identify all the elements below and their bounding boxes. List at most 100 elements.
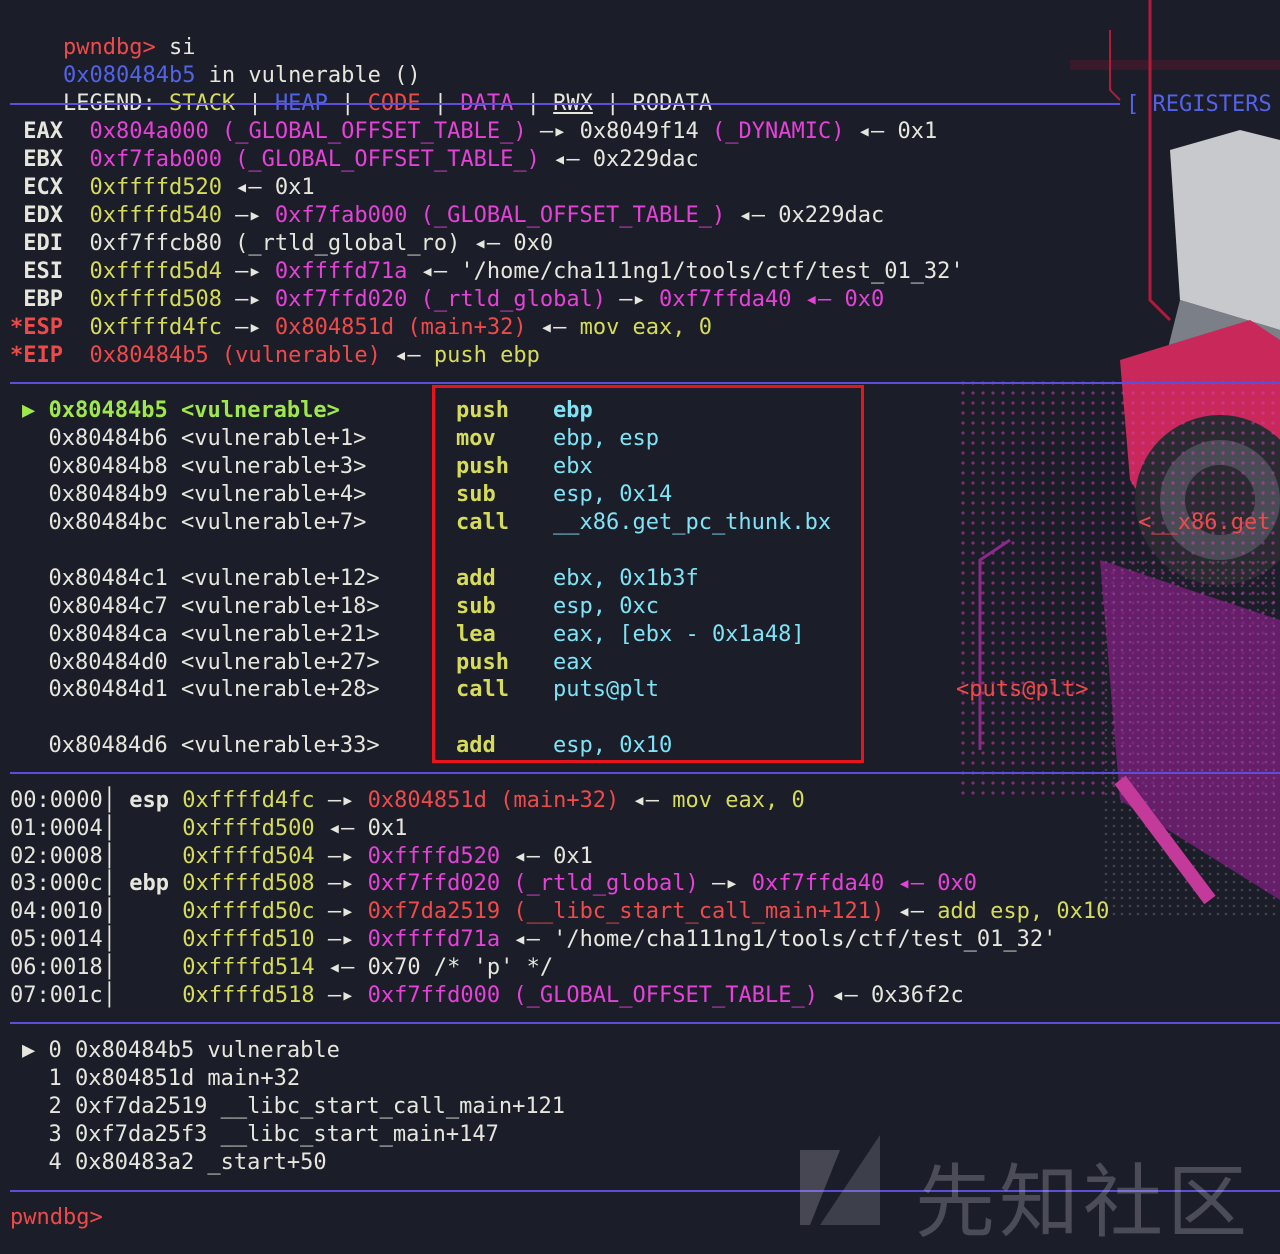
legend: LEGEND: STACK | HEAP | CODE | DATA | RWX…: [62, 91, 713, 116]
disasm-side-thunk: <__x86.get: [1138, 510, 1271, 535]
disasm-row[interactable]: 0x80484b9 <vulnerable+4>: [22, 481, 367, 509]
disasm-symbol: <vulnerable+3>: [180, 454, 367, 479]
disasm-row[interactable]: 0x80484c7 <vulnerable+18>: [22, 593, 380, 621]
terminal-window[interactable]: pwndbg> si 0x080484b5 in vulnerable () L…: [0, 0, 1280, 1250]
stack-a3: ◂—: [500, 843, 554, 869]
register-value: 0xf7ffda40 ◂— 0x0: [659, 287, 885, 312]
stack-addr: 0xffffd50c: [182, 899, 315, 925]
register-row: EDX 0xffffd540 —▸ 0xf7fab000 (_GLOBAL_OF…: [10, 202, 884, 230]
register-value: ◂— '/home/cha111ng1/tools/ctf/test_01_32…: [407, 259, 964, 284]
stack-off: 00:0000│: [10, 788, 116, 813]
disasm-row[interactable]: 0x80484c1 <vulnerable+12>: [22, 565, 380, 593]
stack-off: 04:0010│: [10, 899, 116, 925]
disasm-symbol: <vulnerable+28>: [180, 677, 380, 702]
backtrace-frame[interactable]: 1 0x804851d main+32: [22, 1065, 300, 1093]
disasm-symbol: <vulnerable+18>: [180, 594, 380, 619]
stack-row: 07:001c│ 0xffffd518 —▸ 0xf7ffd000 (_GLOB…: [10, 982, 964, 1010]
backtrace-frame[interactable]: 2 0xf7da2519 __libc_start_call_main+121: [22, 1093, 565, 1121]
disasm-row[interactable]: 0x80484d1 <vulnerable+28>: [22, 676, 380, 704]
register-value: —▸: [221, 315, 275, 340]
disasm-marker: [22, 482, 49, 507]
register-value: 0x804851d (main+32): [274, 315, 527, 340]
stack-row: 02:0008│ 0xffffd504 —▸ 0xffffd520 ◂— 0x1: [10, 843, 593, 871]
disasm-row[interactable]: 0x80484b6 <vulnerable+1>: [22, 425, 367, 453]
disasm-addr: 0x80484bc: [48, 510, 168, 535]
stack-a1: ◂—: [314, 815, 368, 841]
highlight-box: [432, 385, 864, 763]
disasm-addr: 0x80484c7: [48, 594, 168, 619]
stack-off: 07:001c│: [10, 982, 116, 1008]
backtrace-frame[interactable]: 4 0x80483a2 _start+50: [22, 1149, 326, 1177]
disasm-side-puts: <puts@plt>: [956, 677, 1089, 702]
register-name: EBP: [10, 287, 63, 312]
register-value: 0xffffd71a: [274, 259, 408, 284]
stack-off: 01:0004│: [10, 815, 116, 841]
backtrace-frame[interactable]: 3 0xf7da25f3 __libc_start_main+147: [22, 1121, 498, 1149]
disasm-symbol: <vulnerable+27>: [180, 650, 380, 675]
disasm-addr: 0x80484d1: [48, 677, 168, 702]
backtrace-frame[interactable]: ▶ 0 0x80484b5 vulnerable: [22, 1037, 340, 1065]
register-value: —▸: [221, 287, 275, 312]
stack-a3: ◂—: [817, 982, 871, 1008]
disasm-symbol: <vulnerable+1>: [180, 426, 367, 451]
stack-a1: —▸: [314, 982, 368, 1008]
register-value: (_GLOBAL_OFFSET_TABLE_): [208, 119, 527, 144]
stack-row: 00:0000│ esp 0xffffd4fc —▸ 0x804851d (ma…: [10, 787, 805, 815]
disasm-symbol: <vulnerable+33>: [180, 733, 380, 758]
disasm-row[interactable]: 0x80484d6 <vulnerable+33>: [22, 732, 380, 760]
register-value: —▸ 0x8049f14: [526, 119, 699, 144]
disasm-addr: 0x80484c1: [48, 566, 168, 591]
register-name: ECX: [10, 175, 63, 200]
register-value: 0x80484b5 (vulnerable): [89, 343, 381, 368]
register-value: —▸: [221, 203, 275, 228]
register-value: 0xffffd540: [89, 203, 222, 228]
stack-a2: 0x1: [367, 815, 408, 841]
stack-a2: 0xffffd71a: [367, 927, 501, 952]
stack-a3: ◂—: [500, 927, 554, 952]
register-value: ◂— 0x229dac: [539, 147, 699, 172]
separator-stack: [10, 772, 1280, 774]
register-name: *ESP: [10, 315, 63, 340]
stack-a4: add esp, 0x10: [937, 899, 1110, 925]
disasm-marker: [22, 677, 49, 702]
stack-a2: 0xf7ffd000 (_GLOBAL_OFFSET_TABLE_): [367, 982, 818, 1008]
disasm-symbol: <vulnerable+21>: [180, 622, 380, 647]
register-row: EBP 0xffffd508 —▸ 0xf7ffd020 (_rtld_glob…: [10, 286, 884, 314]
stack-a3: —▸: [698, 871, 752, 897]
stack-off: 02:0008│: [10, 843, 116, 869]
stack-addr: 0xffffd514: [182, 954, 315, 980]
stack-row: 01:0004│ 0xffffd500 ◂— 0x1: [10, 815, 407, 843]
disasm-symbol: <vulnerable+12>: [180, 566, 380, 591]
disasm-row[interactable]: 0x80484b8 <vulnerable+3>: [22, 453, 367, 481]
disasm-row[interactable]: ▶ 0x80484b5 <vulnerable>: [22, 397, 340, 425]
footer-prompt[interactable]: pwndbg>: [10, 1204, 103, 1232]
stack-addr: 0xffffd518: [182, 982, 315, 1008]
disasm-row[interactable]: 0x80484d0 <vulnerable+27>: [22, 649, 380, 677]
disasm-marker: [22, 594, 49, 619]
stack-row: 05:0014│ 0xffffd510 —▸ 0xffffd71a ◂— '/h…: [10, 926, 1056, 954]
stack-a2: 0x804851d (main+32): [367, 788, 620, 813]
stack-reg: ebp: [115, 871, 183, 897]
register-name: EBX: [10, 147, 63, 172]
stack-row: 06:0018│ 0xffffd514 ◂— 0x70 /* 'p' */: [10, 954, 553, 982]
register-name: ESI: [10, 259, 63, 284]
disasm-marker: [22, 622, 49, 647]
register-value: ◂— 0x1: [844, 119, 938, 144]
register-value: ◂—: [526, 315, 580, 340]
disasm-row[interactable]: 0x80484bc <vulnerable+7>: [22, 509, 367, 537]
register-value: 0xf7fab000: [89, 147, 222, 172]
register-value: 0xf7ffcb80 (_rtld_global_ro): [89, 231, 461, 256]
disasm-addr: 0x80484b5: [48, 398, 168, 423]
disasm-addr: 0x80484ca: [48, 622, 168, 647]
register-name: EAX: [10, 119, 63, 144]
disasm-addr: 0x80484b8: [48, 454, 168, 479]
disasm-row[interactable]: 0x80484ca <vulnerable+21>: [22, 621, 380, 649]
stack-a1: ◂—: [314, 954, 368, 980]
register-value: —▸: [606, 287, 660, 312]
register-value: 0xf7fab000: [274, 203, 408, 228]
register-value: mov eax, 0: [579, 315, 713, 340]
disasm-addr: 0x80484d0: [48, 650, 168, 675]
stack-off: 03:000c│: [10, 871, 116, 897]
disasm-marker: ▶: [22, 398, 49, 423]
stack-a1: —▸: [314, 788, 368, 813]
